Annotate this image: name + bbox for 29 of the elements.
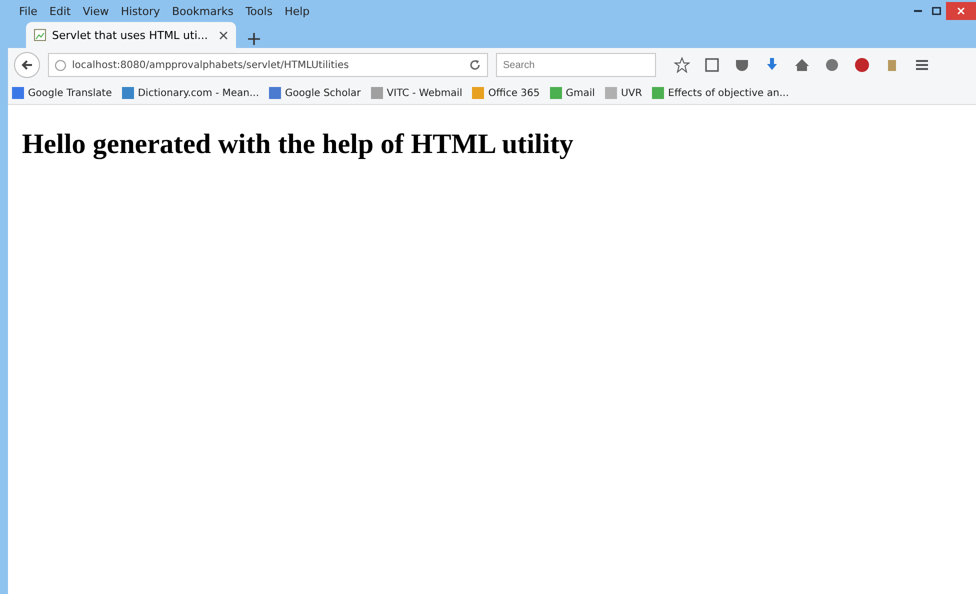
- menu-item[interactable]: Tools: [240, 2, 278, 20]
- bookmark-item[interactable]: Office 365: [472, 87, 540, 99]
- bookmark-item[interactable]: Gmail: [550, 87, 595, 99]
- document-icon: [34, 29, 46, 41]
- back-button[interactable]: [14, 52, 40, 78]
- menu-item[interactable]: History: [116, 2, 165, 20]
- close-icon[interactable]: [946, 2, 976, 20]
- menu-item[interactable]: File: [14, 2, 42, 20]
- menu-item[interactable]: View: [78, 2, 114, 20]
- reload-icon[interactable]: [469, 59, 481, 71]
- back-arrow-icon: [21, 59, 33, 71]
- bookmark-item[interactable]: UVR: [604, 87, 642, 99]
- page-heading: Hello generated with the help of HTML utility: [22, 129, 574, 161]
- menu-item[interactable]: Edit: [44, 2, 76, 20]
- bookmark-item[interactable]: Dictionary.com - Mean...: [122, 87, 260, 99]
- bookmark-item[interactable]: VITC - Webmail: [370, 87, 462, 99]
- bookmark-item[interactable]: Google Translate: [12, 87, 112, 99]
- star-icon[interactable]: [674, 57, 690, 73]
- bookmark-item[interactable]: Effects of objective an...: [652, 87, 789, 99]
- close-tab-icon[interactable]: [219, 30, 228, 40]
- address-bar[interactable]: localhost:8080/ampprovalphabets/servlet/HTMLUtilities: [48, 53, 488, 77]
- home-icon[interactable]: [794, 57, 810, 73]
- menu-item[interactable]: Bookmarks: [166, 2, 238, 20]
- tab-title: Servlet that uses HTML uti...: [52, 28, 208, 42]
- menu-item[interactable]: Help: [280, 2, 315, 20]
- browser-tab[interactable]: Servlet that uses HTML uti...: [26, 22, 236, 48]
- menu-icon[interactable]: [914, 57, 930, 73]
- search-field[interactable]: Search: [496, 53, 656, 77]
- bookmark-item[interactable]: Google Scholar: [269, 87, 361, 99]
